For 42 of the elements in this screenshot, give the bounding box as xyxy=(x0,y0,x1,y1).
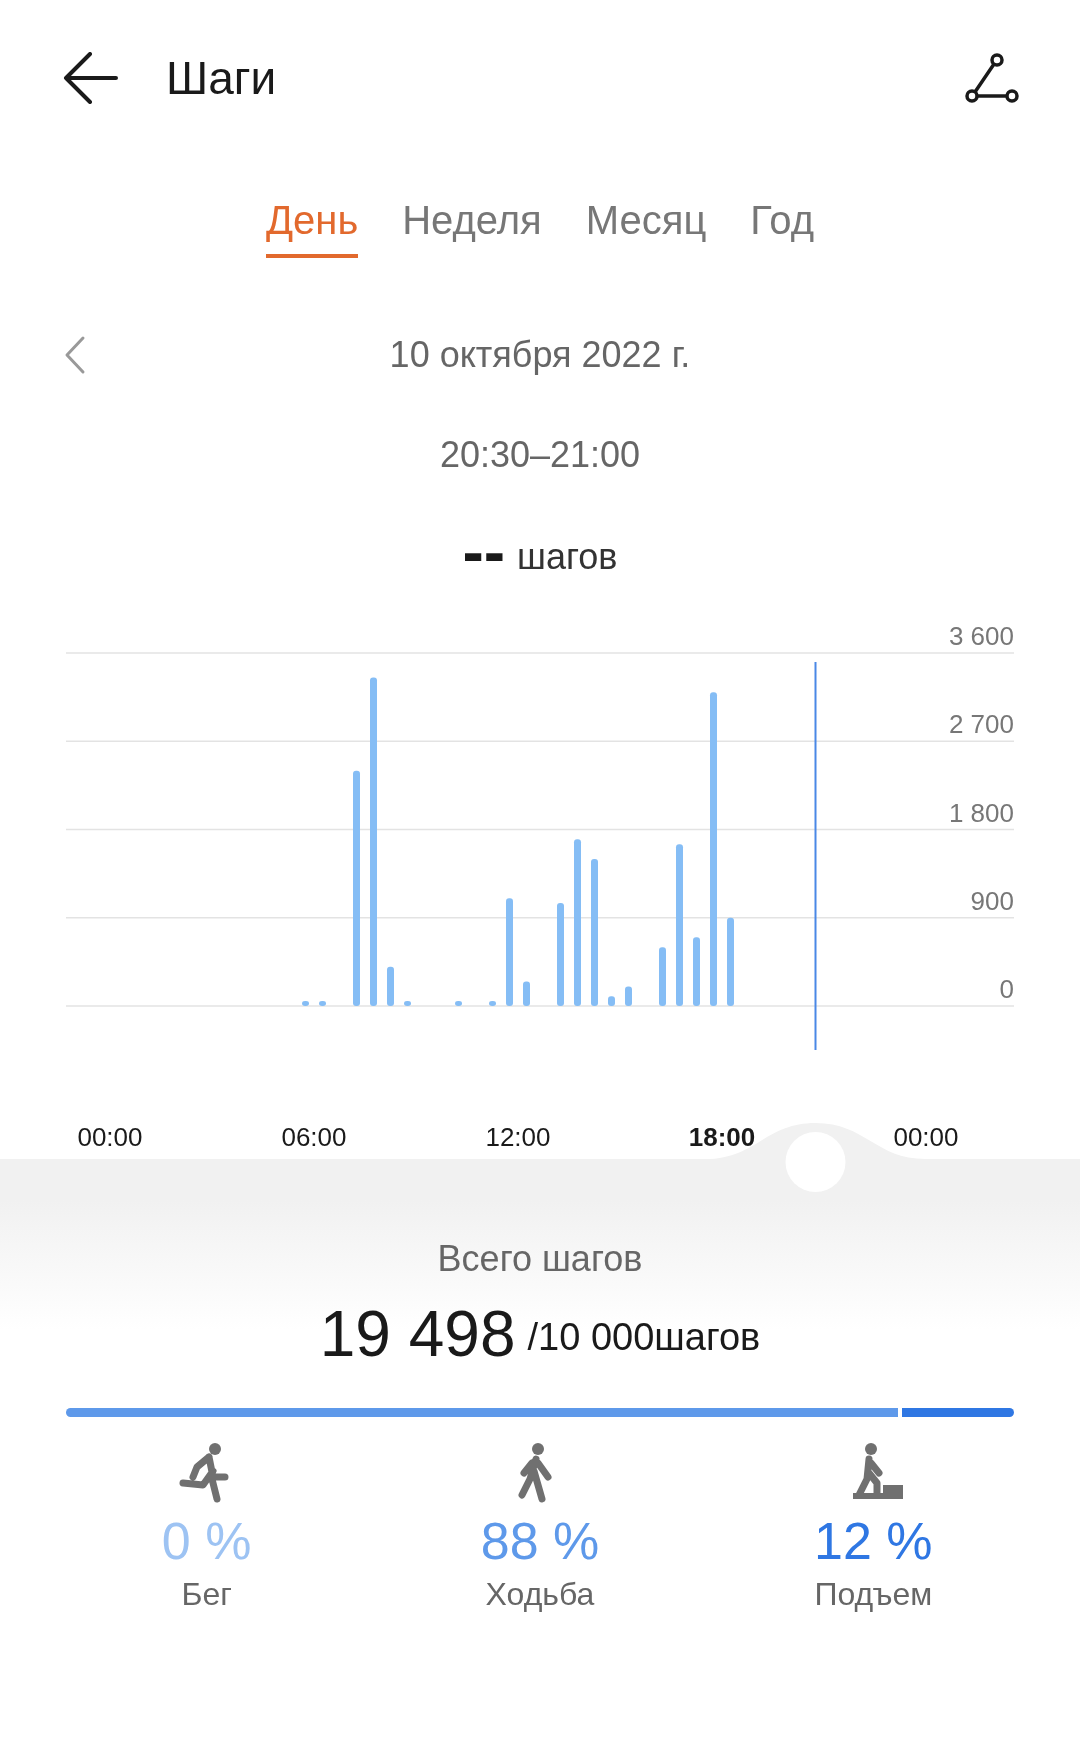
chart-bar xyxy=(523,981,530,1006)
chart-bar xyxy=(659,947,666,1006)
chart-bar xyxy=(387,966,394,1006)
chart-bar xyxy=(302,1001,309,1006)
chart-bar xyxy=(455,1001,462,1006)
chart-bar xyxy=(608,996,615,1006)
total-label: Всего шагов xyxy=(437,1238,643,1279)
axis-label: 00:00 xyxy=(893,1122,959,1152)
axis-label: 3 600 xyxy=(948,621,1014,651)
chart-bar xyxy=(489,1001,496,1006)
goal-label: /10 000шагов xyxy=(527,1315,761,1360)
previous-icon[interactable] xyxy=(64,335,86,375)
activity-label: Бег xyxy=(181,1575,232,1615)
back-button[interactable] xyxy=(62,52,118,104)
period-tab[interactable]: Год xyxy=(750,198,815,258)
period-tab[interactable]: Неделя xyxy=(402,198,542,258)
period-tab[interactable]: Месяц xyxy=(585,198,707,258)
axis-label: 06:00 xyxy=(281,1122,347,1152)
axis-label: 900 xyxy=(970,885,1014,916)
period-tab[interactable]: День xyxy=(265,198,359,258)
chart-bar xyxy=(319,1001,326,1006)
chart-bar xyxy=(404,1001,411,1006)
axis-label: 2 700 xyxy=(948,709,1014,740)
activity-percent: 88 % xyxy=(480,1513,600,1571)
activity-percent: 0 % xyxy=(161,1513,252,1571)
route-icon[interactable] xyxy=(964,52,1020,104)
axis-label: 12:00 xyxy=(485,1122,551,1152)
axis-label: 1 800 xyxy=(948,797,1014,828)
total-steps: 19 498 xyxy=(319,1302,516,1366)
page-title: Шаги xyxy=(166,55,277,101)
axis-label: 00:00 xyxy=(77,1122,143,1152)
date-label: 10 октября 2022 г. xyxy=(389,334,691,375)
axis-label: 18:00 xyxy=(688,1122,756,1152)
chart-bar xyxy=(625,986,632,1006)
step-value: -- xyxy=(462,520,506,584)
axis-label: 0 xyxy=(999,974,1014,1004)
activity-label: Ходьба xyxy=(485,1575,595,1615)
step-unit: шагов xyxy=(517,535,618,579)
chart-bar xyxy=(693,937,700,1006)
time-range: 20:30–21:00 xyxy=(439,434,641,475)
activity-label: Подъем xyxy=(814,1575,933,1615)
activity-percent: 12 % xyxy=(814,1513,933,1571)
